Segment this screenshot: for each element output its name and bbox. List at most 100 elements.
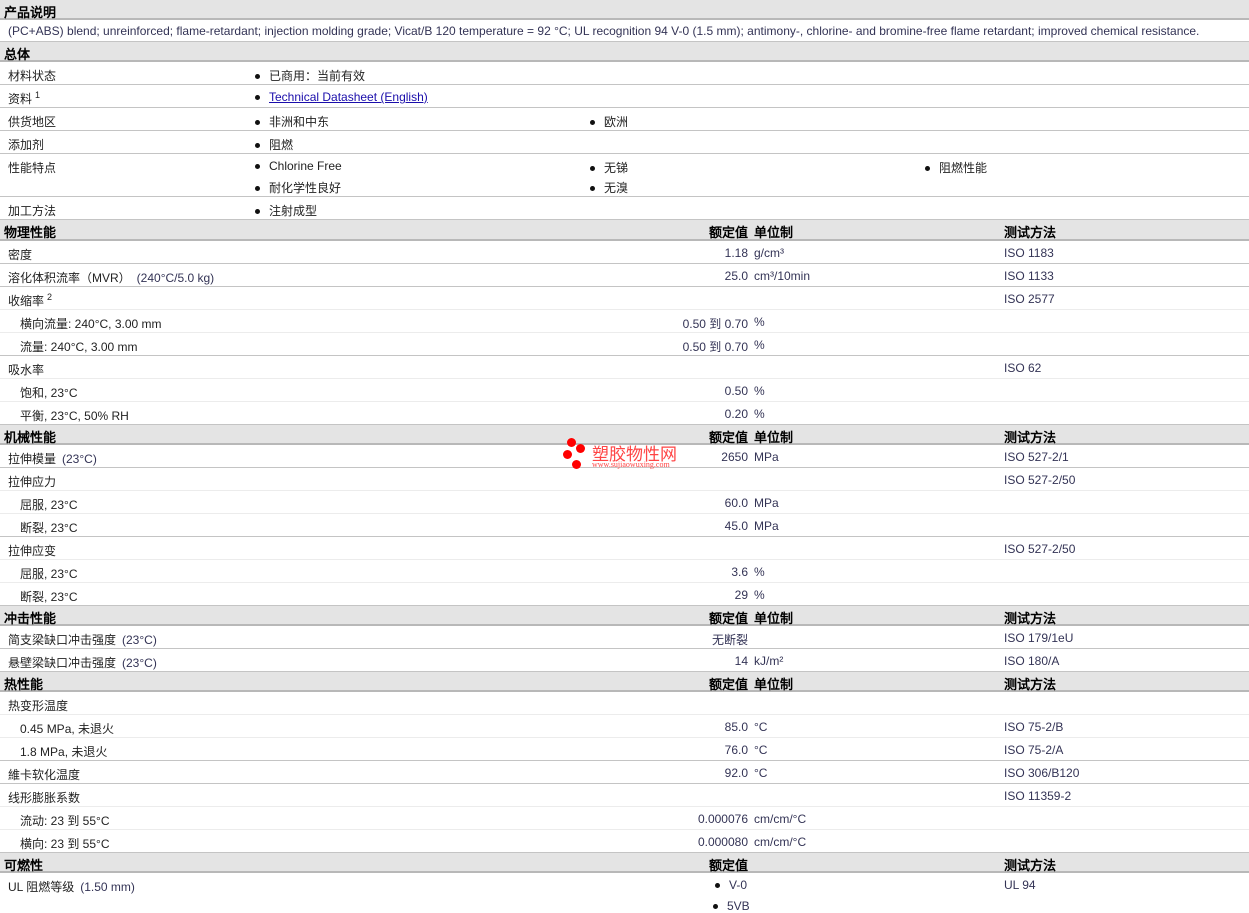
section-title: 总体 xyxy=(4,47,31,62)
section-title: 热性能 xyxy=(4,677,44,692)
property-row: 流量: 240°C, 3.00 mm 0.50 到 0.70% xyxy=(0,333,1249,356)
property-unit: °C xyxy=(754,720,768,734)
property-value: 29 xyxy=(734,588,748,602)
bullet-item: 阻燃 xyxy=(255,136,293,153)
property-value: 0.50 到 0.70 xyxy=(682,317,748,331)
label-text: 1.8 MPa, 未退火 xyxy=(20,745,108,759)
test-method: ISO 2577 xyxy=(1004,292,1055,306)
property-label: 拉伸模量 (23°C) xyxy=(8,450,97,467)
column-header-method: 测试方法 xyxy=(1004,430,1057,445)
property-row: 热变形温度 xyxy=(0,692,1249,715)
label-text: 饱和, 23°C xyxy=(20,386,78,400)
property-value: 76.0 xyxy=(724,743,748,757)
property-value: 92.0 xyxy=(724,766,748,780)
test-method: ISO 75-2/B xyxy=(1004,720,1064,734)
test-method: UL 94 xyxy=(1004,878,1036,892)
label-text: 溶化体积流率（MVR） xyxy=(8,271,131,285)
rating-item: V-0 xyxy=(715,878,747,892)
label-text: 资料 xyxy=(8,92,33,106)
section-title: 可燃性 xyxy=(4,858,44,873)
general-row: 资料 1 Technical Datasheet (English) xyxy=(0,85,1249,108)
column-header-value: 额定值 xyxy=(708,225,748,240)
item-text: Chlorine Free xyxy=(269,159,342,173)
property-label: 流量: 240°C, 3.00 mm xyxy=(20,338,138,355)
item-text: 无溴 xyxy=(604,181,629,195)
test-method: ISO 527-2/50 xyxy=(1004,542,1076,556)
section-header-flammability: 可燃性 额定值 测试方法 xyxy=(0,853,1249,873)
column-header-method: 测试方法 xyxy=(1004,225,1057,240)
label-text: 收缩率 xyxy=(8,294,45,308)
section-header: 冲击性能 额定值 单位制 测试方法 xyxy=(0,606,1249,626)
property-row: 线形膨胀系数 ISO 11359-2 xyxy=(0,784,1249,807)
datasheet-link[interactable]: Technical Datasheet (English) xyxy=(269,90,428,104)
general-row: 材料状态 已商用：当前有效 xyxy=(0,62,1249,85)
general-row: 加工方法 注射成型 xyxy=(0,197,1249,220)
property-row: 拉伸模量 (23°C) 2650 MPa ISO 527-2/1 xyxy=(0,445,1249,468)
footnote-marker[interactable]: 2 xyxy=(47,292,52,302)
general-row: 性能特点 Chlorine Free 无锑 阻燃性能 耐化学性良好 无溴 xyxy=(0,154,1249,197)
column-header-method: 测试方法 xyxy=(1004,858,1057,873)
property-unit: MPa xyxy=(754,450,779,464)
footnote-marker[interactable]: 1 xyxy=(35,90,40,100)
property-unit: cm³/10min xyxy=(754,269,811,283)
label-text: 維卡软化温度 xyxy=(8,768,81,782)
property-label: 拉伸应变 xyxy=(8,542,56,559)
test-method: ISO 1183 xyxy=(1004,246,1054,260)
bullet-item: 无溴 xyxy=(590,179,628,196)
property-label: 溶化体积流率（MVR） (240°C/5.0 kg) xyxy=(8,269,214,286)
column-header-value: 额定值 xyxy=(708,858,748,873)
property-row: 饱和, 23°C 0.50% xyxy=(0,379,1249,402)
property-label: 流动: 23 到 55°C xyxy=(20,812,110,829)
bullet-item: 阻燃性能 xyxy=(925,159,987,176)
property-value: 无断裂 xyxy=(711,633,748,647)
label-text: 流量: 240°C, 3.00 mm xyxy=(20,340,138,354)
test-method: ISO 527-2/1 xyxy=(1004,450,1069,464)
section-header-general: 总体 xyxy=(0,42,1249,62)
label-text: 横向: 23 到 55°C xyxy=(20,837,110,851)
column-header-method: 测试方法 xyxy=(1004,611,1057,626)
label-text: 0.45 MPa, 未退火 xyxy=(20,722,115,736)
column-header-unit: 单位制 xyxy=(754,430,794,445)
property-value: 0.50 xyxy=(724,384,748,398)
property-row: 横向: 23 到 55°C 0.000080 cm/cm/°C xyxy=(0,830,1249,853)
label-text: 性能特点 xyxy=(8,161,57,175)
label-text: 简支梁缺口冲击强度 xyxy=(8,633,117,647)
property-label: 简支梁缺口冲击强度 (23°C) xyxy=(8,631,157,648)
property-row: UL 阻燃等级 (1.50 mm) V-0 5VB UL 94 xyxy=(0,873,1249,913)
property-label: 收缩率 2 xyxy=(8,292,52,309)
item-text: 已商用：当前有效 xyxy=(269,69,366,83)
label-text: 密度 xyxy=(8,248,33,262)
property-label: 横向流量: 240°C, 3.00 mm xyxy=(20,315,162,332)
condition-text: (23°C) xyxy=(62,452,97,466)
test-method: ISO 1133 xyxy=(1004,269,1054,283)
test-method: ISO 11359-2 xyxy=(1004,789,1072,803)
property-value: 3.6 xyxy=(731,565,748,579)
section-title: 物理性能 xyxy=(4,225,57,240)
property-label: 1.8 MPa, 未退火 xyxy=(20,743,107,760)
property-row: 收缩率 2 ISO 2577 xyxy=(0,287,1249,310)
property-value: 45.0 xyxy=(724,519,748,533)
column-header-value: 额定值 xyxy=(708,677,748,692)
property-row: 横向流量: 240°C, 3.00 mm 0.50 到 0.70% xyxy=(0,310,1249,333)
label-text: 屈服, 23°C xyxy=(20,567,78,581)
bullet-item[interactable]: Technical Datasheet (English) xyxy=(255,90,428,104)
property-unit: °C xyxy=(754,743,768,757)
property-row: 溶化体积流率（MVR） (240°C/5.0 kg) 25.0 cm³/10min IS… xyxy=(0,264,1249,287)
property-row: 1.8 MPa, 未退火 76.0 °C ISO 75-2/A xyxy=(0,738,1249,761)
general-row: 供货地区 非洲和中东 欧洲 xyxy=(0,108,1249,131)
test-method: ISO 75-2/A xyxy=(1004,743,1064,757)
section-header-description: 产品说明 xyxy=(0,0,1249,20)
property-label: 热变形温度 xyxy=(8,697,68,714)
property-unit: g/cm³ xyxy=(754,246,784,260)
item-text: 注射成型 xyxy=(269,204,318,218)
row-label: 性能特点 xyxy=(8,159,56,176)
rating-text: V-0 xyxy=(729,878,748,892)
property-value: 25.0 xyxy=(724,269,748,283)
column-header-unit: 单位制 xyxy=(754,611,794,626)
section-title: 机械性能 xyxy=(4,430,57,445)
item-text: 耐化学性良好 xyxy=(269,181,342,195)
column-header-value: 额定值 xyxy=(708,430,748,445)
property-label: 屈服, 23°C xyxy=(20,565,77,582)
bullet-item: 耐化学性良好 xyxy=(255,179,341,196)
property-value: 1.18 xyxy=(724,246,748,260)
